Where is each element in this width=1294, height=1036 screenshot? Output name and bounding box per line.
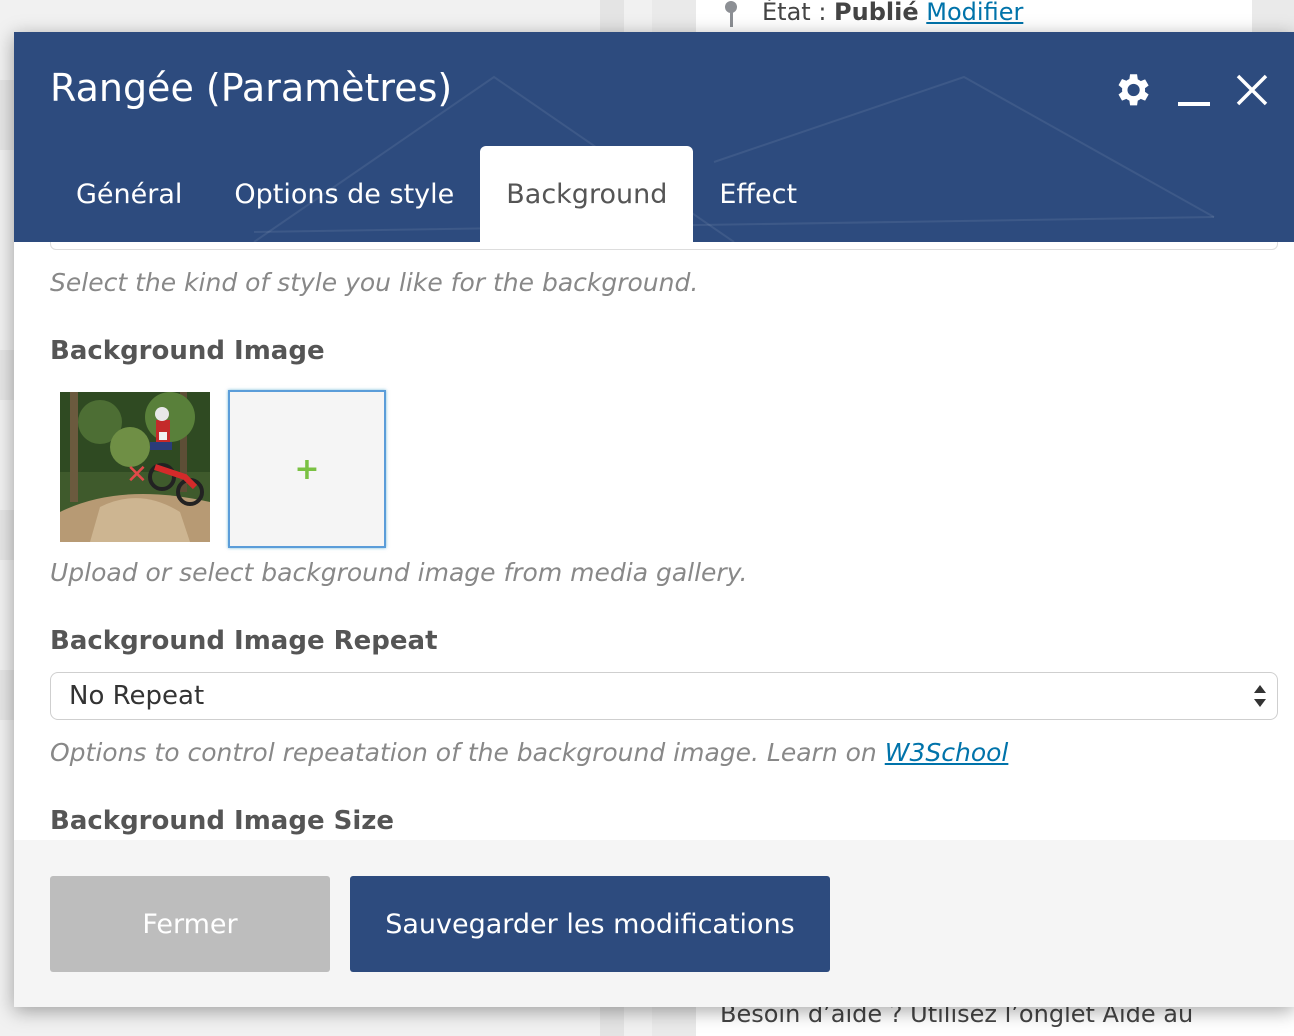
- save-button[interactable]: Sauvegarder les modifications: [350, 876, 830, 972]
- status-edit-link[interactable]: Modifier: [926, 0, 1023, 26]
- background-repeat-value: No Repeat: [69, 681, 205, 711]
- tab-general[interactable]: Général: [50, 146, 208, 242]
- modal-title: Rangée (Paramètres): [50, 66, 453, 110]
- background-image-thumbnail[interactable]: ✕: [60, 392, 210, 542]
- background-style-description: Select the kind of style you like for th…: [50, 268, 699, 297]
- tab-bar: Général Options de style Background Effe…: [14, 146, 823, 242]
- background-stripe: [0, 80, 14, 150]
- minimize-icon[interactable]: [1172, 68, 1216, 112]
- modal-header: Rangée (Paramètres) Général Options de s…: [14, 32, 1294, 242]
- background-stripe: [0, 350, 14, 400]
- background-repeat-description-text: Options to control repeatation of the ba…: [50, 738, 877, 767]
- background-image-description: Upload or select background image from m…: [50, 558, 748, 587]
- tab-background[interactable]: Background: [480, 146, 694, 242]
- background-repeat-select[interactable]: No Repeat: [50, 672, 1278, 720]
- add-image-button[interactable]: +: [228, 390, 386, 548]
- background-stripe: [0, 670, 14, 720]
- status-value: Publié: [834, 0, 919, 26]
- modal-body: Select the kind of style you like for th…: [14, 242, 1294, 840]
- background-image-label: Background Image: [50, 336, 325, 366]
- modal-footer: Fermer Sauvegarder les modifications: [14, 840, 1294, 1007]
- gear-icon[interactable]: [1110, 68, 1154, 112]
- select-arrows-icon: [1254, 685, 1266, 707]
- plus-icon: +: [294, 451, 320, 487]
- tab-style-options[interactable]: Options de style: [208, 146, 480, 242]
- status-label: État :: [762, 0, 827, 26]
- background-size-label: Background Image Size: [50, 806, 395, 836]
- background-repeat-description: Options to control repeatation of the ba…: [50, 738, 1008, 767]
- background-stripe: [0, 510, 14, 560]
- publish-status: État : Publié Modifier: [722, 0, 1023, 27]
- pin-icon: [722, 0, 738, 27]
- row-settings-modal: Rangée (Paramètres) Général Options de s…: [14, 32, 1294, 1007]
- tab-effect[interactable]: Effect: [693, 146, 823, 242]
- w3school-link[interactable]: W3School: [885, 738, 1009, 767]
- background-repeat-label: Background Image Repeat: [50, 626, 438, 656]
- background-style-select[interactable]: [50, 242, 1278, 250]
- close-button[interactable]: Fermer: [50, 876, 330, 972]
- remove-image-icon[interactable]: ✕: [126, 462, 148, 488]
- close-icon[interactable]: [1230, 68, 1274, 112]
